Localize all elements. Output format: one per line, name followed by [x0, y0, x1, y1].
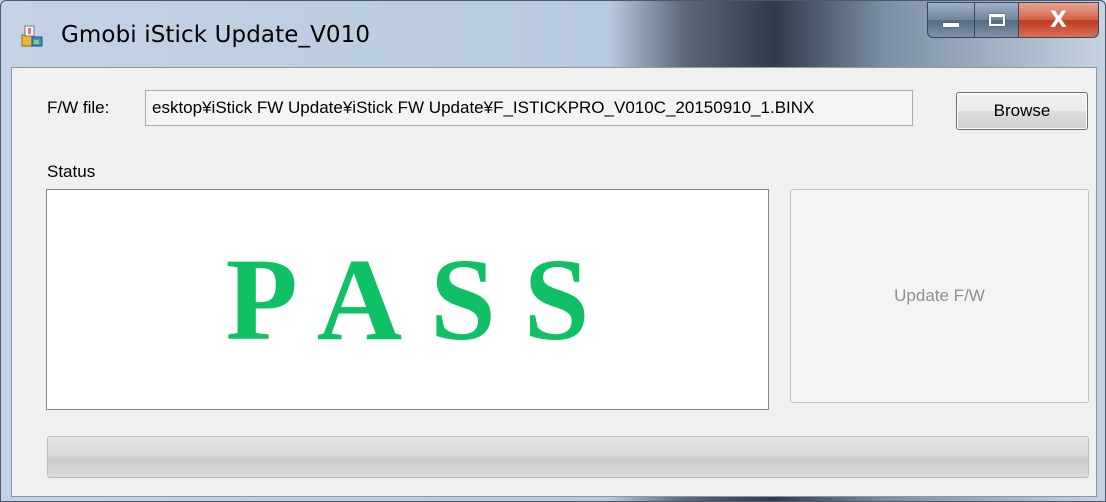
close-icon: X	[1050, 7, 1067, 33]
client-area: F/W file: esktop¥iStick FW Update¥iStick…	[11, 67, 1097, 497]
installer-icon	[19, 23, 45, 49]
minimize-icon	[943, 23, 959, 27]
status-label: Status	[47, 162, 96, 181]
minimize-button[interactable]	[927, 2, 975, 38]
title-bar[interactable]: Gmobi iStick Update_V010 X	[1, 1, 1105, 67]
status-result-text: PASS	[225, 233, 618, 365]
progress-bar	[47, 436, 1089, 478]
app-window: Gmobi iStick Update_V010 X F/W file: esk…	[0, 0, 1106, 502]
browse-button[interactable]: Browse	[956, 92, 1088, 130]
fw-file-path-field[interactable]: esktop¥iStick FW Update¥iStick FW Update…	[145, 90, 913, 126]
caption-buttons: X	[927, 2, 1099, 40]
update-fw-button[interactable]: Update F/W	[790, 189, 1089, 403]
close-button[interactable]: X	[1019, 2, 1099, 38]
maximize-icon	[988, 14, 1005, 26]
fw-file-label: F/W file:	[47, 98, 110, 117]
status-panel: PASS	[46, 189, 769, 410]
window-title: Gmobi iStick Update_V010	[61, 22, 371, 48]
maximize-button[interactable]	[975, 2, 1019, 38]
